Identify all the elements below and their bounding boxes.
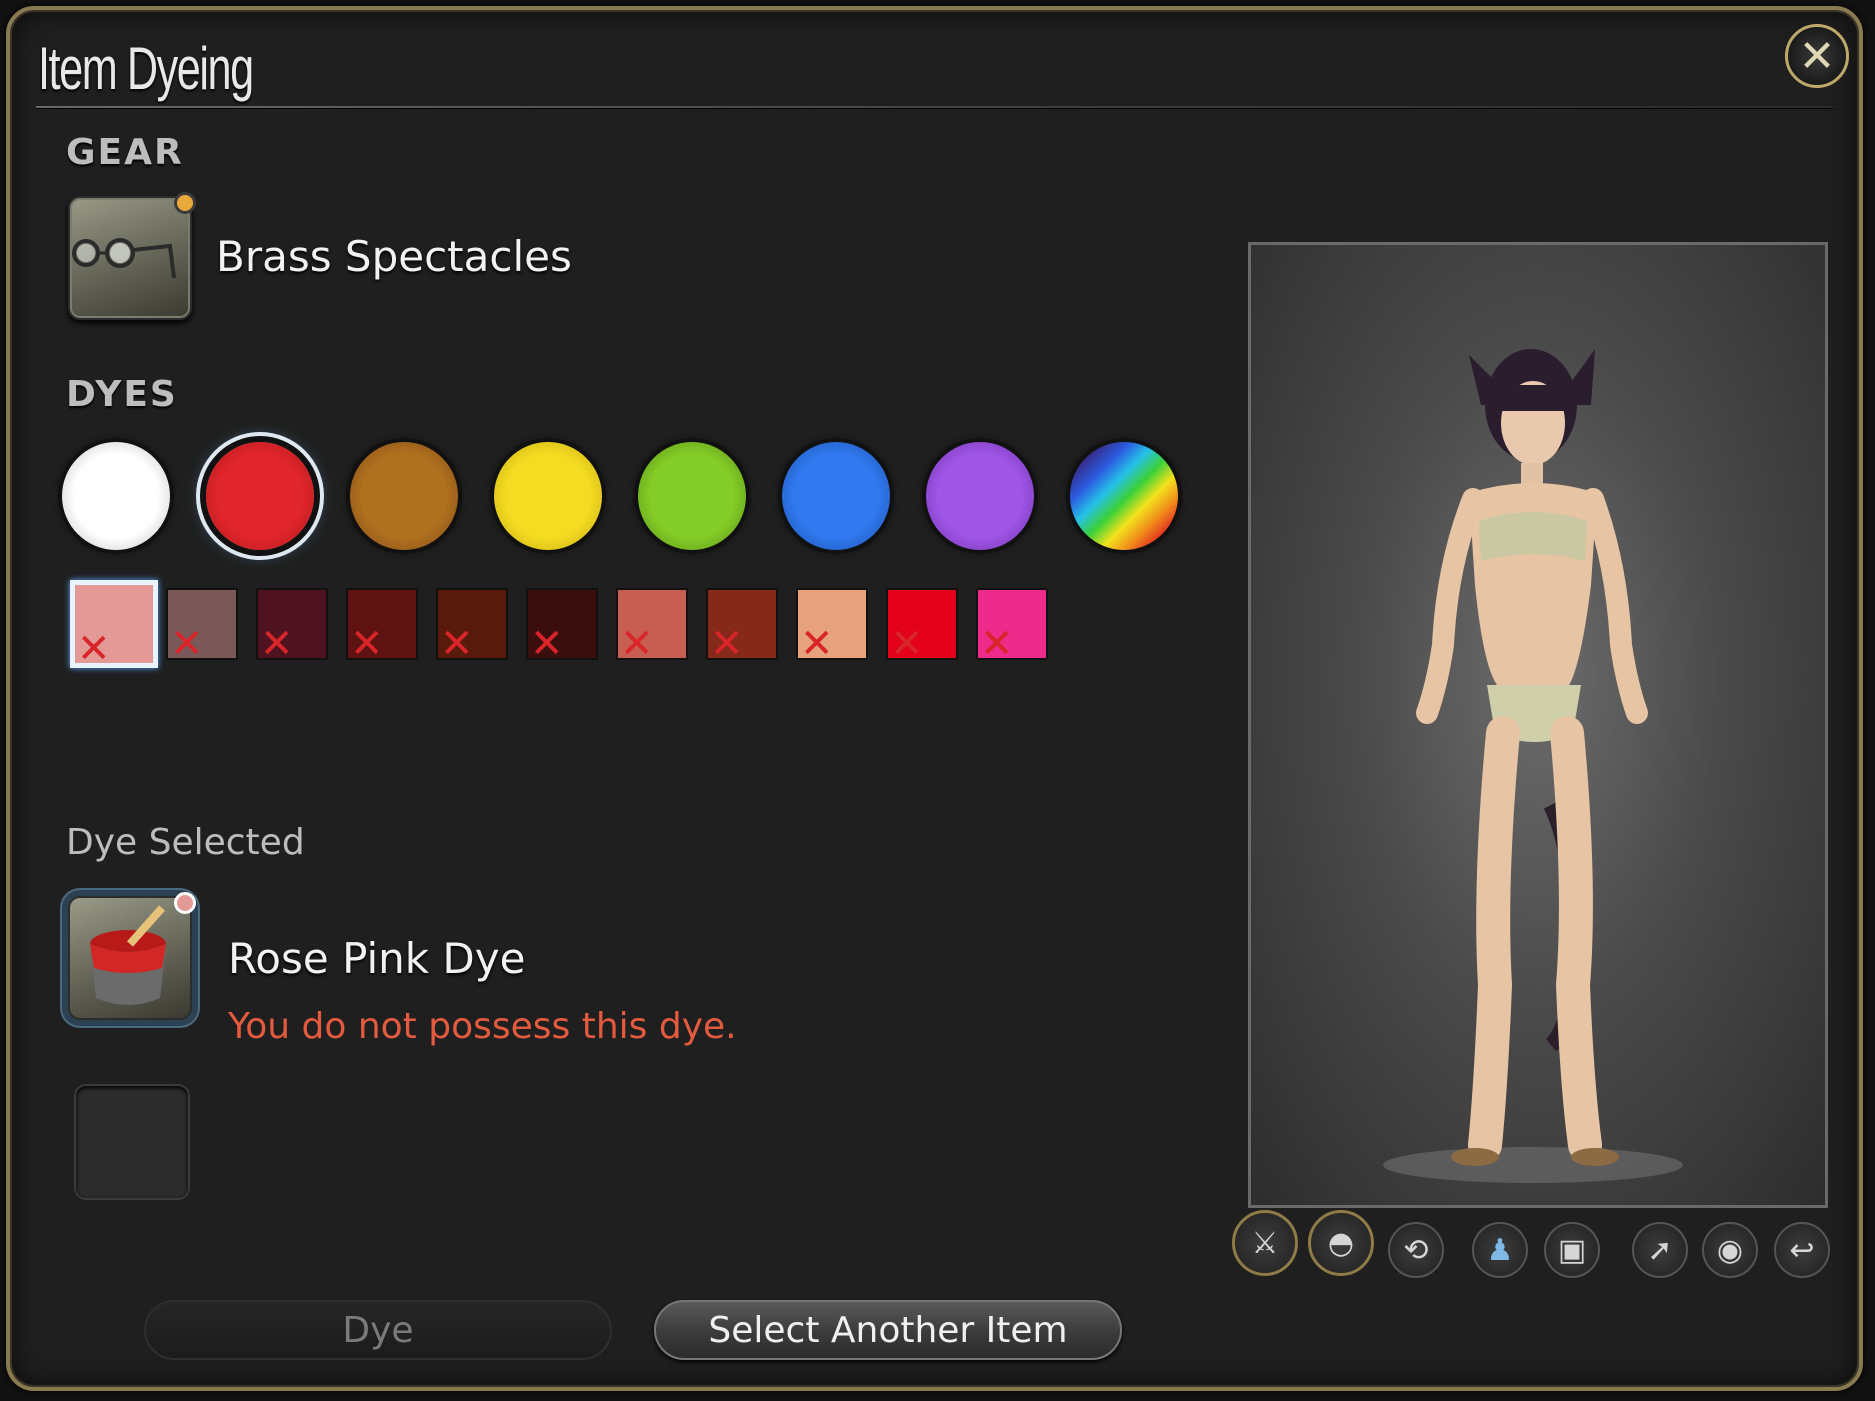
not-owned-x-icon: ✕ [260,621,294,667]
not-owned-x-icon: ✕ [890,621,924,667]
dye-swatch[interactable]: ✕ [796,588,868,664]
gear-slot-badge [174,192,196,214]
dye-category-green[interactable] [638,442,746,550]
dye-pot-icon [90,905,166,1005]
eye-icon[interactable]: ◉ [1702,1222,1758,1278]
not-owned-x-icon: ✕ [530,621,564,667]
dye-swatch[interactable]: ✕ [346,588,418,664]
dye-swatch[interactable]: ✕ [256,588,328,664]
item-dyeing-window: Item Dyeing ✕ GEAR Brass Spectacles DYES… [6,6,1863,1391]
dye-category-white[interactable] [62,442,170,550]
headgear-icon[interactable]: ◓ [1308,1210,1374,1276]
not-owned-x-icon: ✕ [77,626,111,672]
dyes-section-label: DYES [66,374,178,415]
select-another-item-button[interactable]: Select Another Item [654,1300,1122,1360]
not-owned-x-icon: ✕ [440,621,474,667]
dye-selected-slot[interactable] [68,892,196,1020]
close-icon[interactable]: ✕ [1785,24,1849,88]
window-title: Item Dyeing [38,35,254,102]
dye-swatch[interactable]: ✕ [976,588,1048,664]
dye-swatch[interactable]: ✕ [616,588,688,664]
not-owned-x-icon: ✕ [800,621,834,667]
dye-swatch[interactable]: ✕ [886,588,958,664]
dye-pot-toggle-icon[interactable]: ▣ [1544,1222,1600,1278]
gear-section-label: GEAR [66,132,184,173]
character-preview[interactable] [1248,242,1828,1208]
not-owned-x-icon: ✕ [170,621,204,667]
reset-icon[interactable]: ↩ [1774,1222,1830,1278]
dye-swatch[interactable]: ✕ [70,580,158,672]
dye-category-rainbow[interactable] [1070,442,1178,550]
dye-selected-name: Rose Pink Dye [228,934,526,983]
dye-warning-text: You do not possess this dye. [228,1006,737,1047]
weapon-icon[interactable]: ⚔ [1232,1210,1298,1276]
pose-icon[interactable]: ➚ [1632,1222,1688,1278]
character-model [1383,349,1683,1183]
dye-swatch[interactable]: ✕ [166,588,238,664]
not-owned-x-icon: ✕ [350,621,384,667]
gear-slot[interactable] [68,192,196,320]
dye-category-red[interactable] [206,442,314,550]
title-divider [36,106,1833,108]
dye-category-brown[interactable] [350,442,458,550]
dye-category-blue[interactable] [782,442,890,550]
dye-swatch[interactable]: ✕ [526,588,598,664]
not-owned-x-icon: ✕ [980,621,1014,667]
dye-selected-badge [174,892,196,914]
rotate-icon[interactable]: ⟲ [1388,1222,1444,1278]
not-owned-x-icon: ✕ [620,621,654,667]
not-owned-x-icon: ✕ [710,621,744,667]
character-icon[interactable]: ♟ [1472,1222,1528,1278]
dye-swatch[interactable]: ✕ [436,588,508,664]
dye-category-yellow[interactable] [494,442,602,550]
empty-dye-slot[interactable] [74,1084,190,1200]
gear-item-name: Brass Spectacles [216,232,572,281]
dye-category-purple[interactable] [926,442,1034,550]
spectacles-icon [72,238,176,279]
dye-button[interactable]: Dye [144,1300,612,1360]
dye-selected-label: Dye Selected [66,822,305,863]
dye-swatch[interactable]: ✕ [706,588,778,664]
